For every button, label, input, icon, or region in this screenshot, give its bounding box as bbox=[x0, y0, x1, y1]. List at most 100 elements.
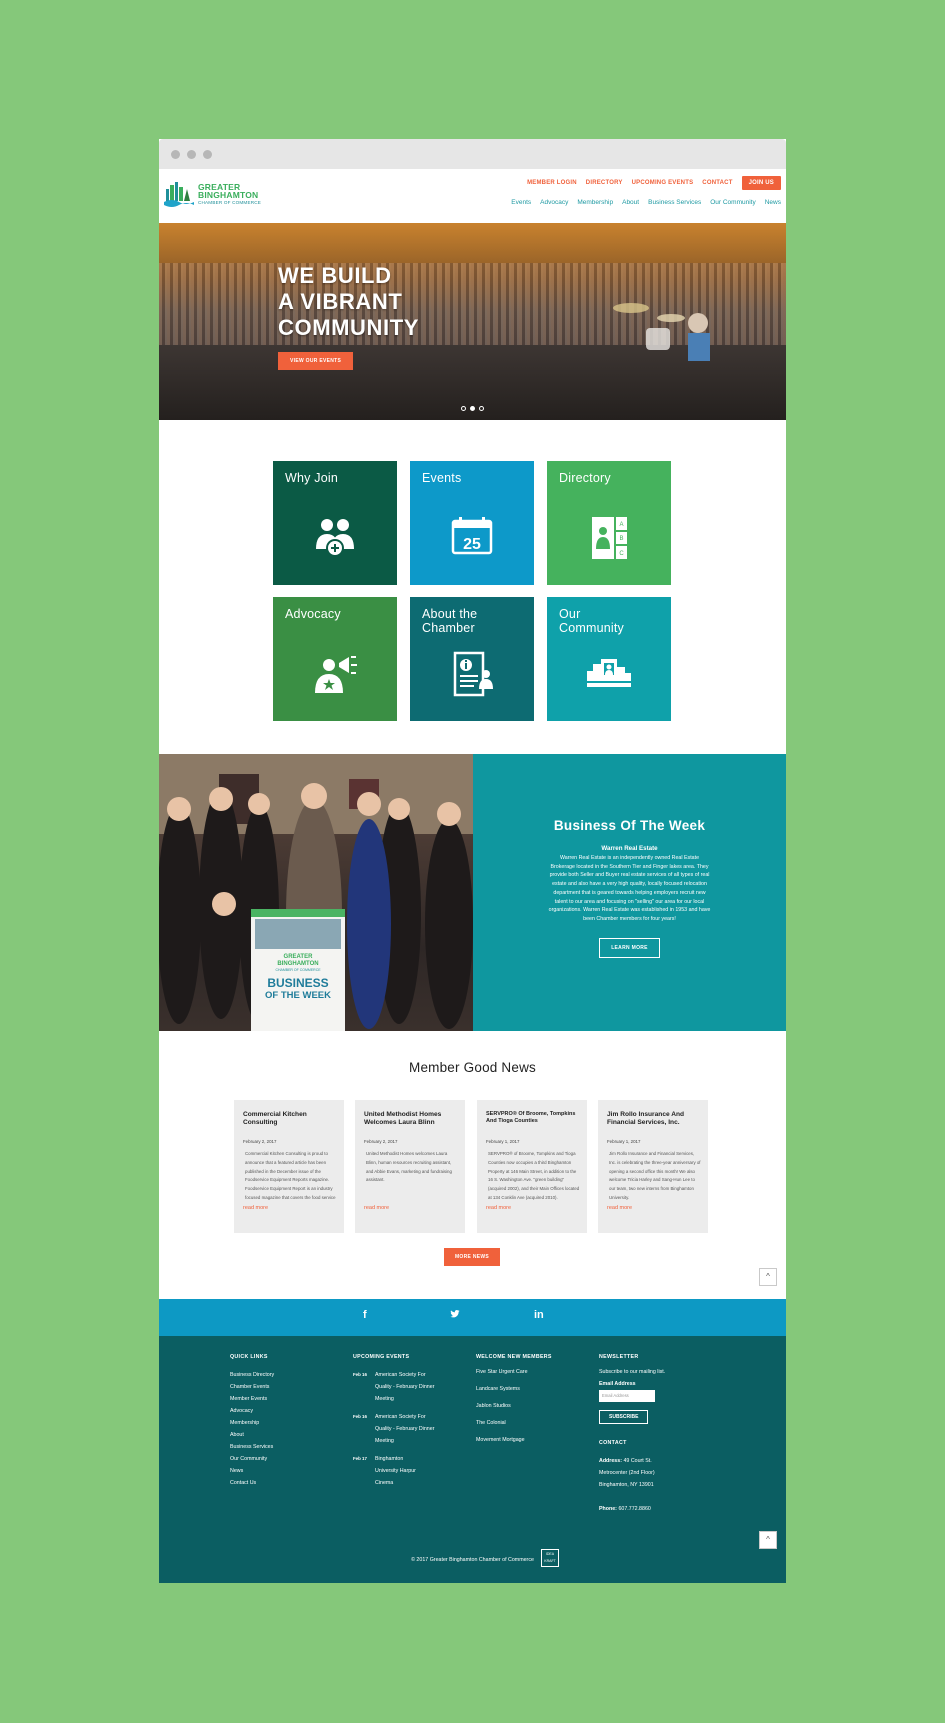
footer-link[interactable]: Contact Us bbox=[230, 1477, 274, 1489]
email-field[interactable]: Email Address bbox=[599, 1390, 655, 1402]
more-news-button[interactable]: MORE NEWS bbox=[444, 1248, 500, 1266]
directory-letter-b: B bbox=[619, 536, 623, 542]
hero-heading: WE BUILD A VIBRANT COMMUNITY bbox=[278, 263, 419, 341]
skyline-logo-icon bbox=[164, 182, 194, 207]
event-title[interactable]: American Society For Quality - February … bbox=[375, 1369, 435, 1405]
subscribe-button[interactable]: SUBSCRIBE bbox=[599, 1410, 649, 1424]
tile-why-join-label: Why Join bbox=[285, 471, 339, 485]
address-line2: Metrocenter (2nd Floor) bbox=[599, 1470, 655, 1476]
footer-link[interactable]: Member Events bbox=[230, 1393, 274, 1405]
drum-kit-image bbox=[613, 303, 710, 361]
social-bar: f in bbox=[159, 1299, 786, 1336]
news-card-title[interactable]: Commercial Kitchen Consulting bbox=[243, 1111, 339, 1128]
upcoming-events-title: UPCOMING EVENTS bbox=[353, 1354, 410, 1360]
directory-letter-c: C bbox=[619, 551, 624, 557]
footer-back-to-top-button[interactable]: ^ bbox=[759, 1531, 777, 1549]
nav-about[interactable]: About bbox=[622, 199, 639, 206]
event-item[interactable]: Feb 16 American Society For Quality - Fe… bbox=[353, 1411, 435, 1447]
footer-link[interactable]: Advocacy bbox=[230, 1405, 274, 1417]
tile-our-community[interactable]: Our Community bbox=[547, 597, 671, 721]
nav-business-services[interactable]: Business Services bbox=[648, 199, 701, 206]
nav-membership[interactable]: Membership bbox=[577, 199, 613, 206]
hero-line2: A VIBRANT bbox=[278, 289, 403, 314]
site-logo[interactable]: GREATER BINGHAMTON CHAMBER OF COMMERCE bbox=[164, 181, 261, 207]
tile-why-join[interactable]: Why Join bbox=[273, 461, 397, 585]
sign-line3: CHAMBER OF COMMERCE bbox=[275, 968, 321, 972]
carousel-dot-1[interactable] bbox=[461, 406, 466, 411]
nav-member-login[interactable]: MEMBER LOGIN bbox=[527, 180, 577, 186]
learn-more-button[interactable]: LEARN MORE bbox=[599, 937, 660, 958]
address-line3: Binghamton, NY 13901 bbox=[599, 1482, 654, 1488]
facebook-icon[interactable]: f bbox=[363, 1309, 367, 1321]
footer-link[interactable]: Chamber Events bbox=[230, 1381, 274, 1393]
new-member-link[interactable]: The Colonial bbox=[476, 1415, 552, 1432]
linkedin-icon[interactable]: in bbox=[534, 1309, 544, 1321]
hero-line1: WE BUILD bbox=[278, 263, 392, 288]
nav-directory[interactable]: DIRECTORY bbox=[586, 180, 623, 186]
read-more-link[interactable]: read more bbox=[243, 1205, 268, 1211]
new-member-link[interactable]: Five Star Urgent Care bbox=[476, 1364, 552, 1381]
people-plus-icon bbox=[316, 519, 354, 557]
news-card[interactable]: Commercial Kitchen Consulting February 2… bbox=[234, 1100, 344, 1233]
news-card-title[interactable]: United Methodist Homes Welcomes Laura Bl… bbox=[364, 1111, 460, 1128]
nav-news[interactable]: News bbox=[765, 199, 781, 206]
carousel-dot-2[interactable] bbox=[470, 406, 475, 411]
event-title[interactable]: Binghamton University Harpur Cinema bbox=[375, 1453, 419, 1489]
tile-directory[interactable]: Directory A B C bbox=[547, 461, 671, 585]
footer-link[interactable]: Business Services bbox=[230, 1441, 274, 1453]
news-card-date: February 2, 2017 bbox=[364, 1139, 398, 1144]
window-dot-maximize[interactable] bbox=[203, 150, 212, 159]
hero-line3: COMMUNITY bbox=[278, 315, 420, 340]
news-card-date: February 1, 2017 bbox=[486, 1139, 520, 1144]
news-card-title[interactable]: SERVPRO® Of Broome, Tompkins And Tioga C… bbox=[486, 1111, 582, 1125]
footer-link[interactable]: Our Community bbox=[230, 1453, 274, 1465]
read-more-link[interactable]: read more bbox=[486, 1205, 511, 1211]
tile-advocacy[interactable]: Advocacy bbox=[273, 597, 397, 721]
nav-events[interactable]: Events bbox=[511, 199, 531, 206]
tile-about-label-line2: Chamber bbox=[422, 621, 475, 635]
join-us-button[interactable]: JOIN US bbox=[741, 176, 781, 190]
news-card[interactable]: SERVPRO® Of Broome, Tompkins And Tioga C… bbox=[477, 1100, 587, 1233]
tile-events[interactable]: Events 25 bbox=[410, 461, 534, 585]
botw-title: Business Of The Week bbox=[553, 818, 706, 833]
hero-banner: WE BUILD A VIBRANT COMMUNITY VIEW OUR EV… bbox=[159, 223, 786, 420]
botw-business-name: Warren Real Estate bbox=[601, 845, 658, 852]
contact-title: CONTACT bbox=[599, 1440, 627, 1446]
tile-about-label-line1: About the bbox=[422, 607, 478, 621]
nav-advocacy[interactable]: Advocacy bbox=[540, 199, 568, 206]
window-dot-minimize[interactable] bbox=[187, 150, 196, 159]
event-title[interactable]: American Society For Quality - February … bbox=[375, 1411, 435, 1447]
nav-our-community[interactable]: Our Community bbox=[710, 199, 756, 206]
tile-about-chamber[interactable]: About the Chamber bbox=[410, 597, 534, 721]
nav-upcoming-events[interactable]: UPCOMING EVENTS bbox=[632, 180, 694, 186]
window-dot-close[interactable] bbox=[171, 150, 180, 159]
event-item[interactable]: Feb 17 Binghamton University Harpur Cine… bbox=[353, 1453, 435, 1489]
footer-link[interactable]: Business Directory bbox=[230, 1369, 274, 1381]
news-card-title[interactable]: Jim Rollo Insurance And Financial Servic… bbox=[607, 1111, 703, 1128]
event-date: Feb 16 bbox=[353, 1414, 367, 1419]
ideakraft-line1: IDEA bbox=[545, 1552, 555, 1556]
footer-link[interactable]: News bbox=[230, 1465, 274, 1477]
logo-line2: BINGHAMTON bbox=[198, 190, 259, 201]
business-of-the-week: GREATER BINGHAMTON CHAMBER OF COMMERCE B… bbox=[159, 754, 786, 1031]
news-card[interactable]: United Methodist Homes Welcomes Laura Bl… bbox=[355, 1100, 465, 1233]
site-footer: QUICK LINKS Business Directory Chamber E… bbox=[159, 1336, 786, 1583]
new-member-link[interactable]: Movement Mortgage bbox=[476, 1432, 552, 1449]
nav-contact[interactable]: CONTACT bbox=[702, 180, 732, 186]
new-member-link[interactable]: Landcare Systems bbox=[476, 1381, 552, 1398]
event-item[interactable]: Feb 16 American Society For Quality - Fe… bbox=[353, 1369, 435, 1405]
twitter-icon[interactable] bbox=[450, 1309, 460, 1322]
phone-number[interactable]: 607.772.8860 bbox=[618, 1506, 650, 1512]
back-to-top-button[interactable]: ^ bbox=[759, 1268, 777, 1286]
read-more-link[interactable]: read more bbox=[364, 1205, 389, 1211]
group-photo: GREATER BINGHAMTON CHAMBER OF COMMERCE B… bbox=[159, 754, 473, 1031]
read-more-link[interactable]: read more bbox=[607, 1205, 632, 1211]
logo-line3: CHAMBER OF COMMERCE bbox=[198, 199, 262, 205]
footer-link[interactable]: About bbox=[230, 1429, 274, 1441]
news-card[interactable]: Jim Rollo Insurance And Financial Servic… bbox=[598, 1100, 708, 1233]
new-member-link[interactable]: Jablon Studios bbox=[476, 1398, 552, 1415]
view-events-button[interactable]: VIEW OUR EVENTS bbox=[278, 352, 354, 370]
carousel-dot-3[interactable] bbox=[479, 406, 484, 411]
footer-link[interactable]: Membership bbox=[230, 1417, 274, 1429]
ideakraft-logo[interactable]: IDEA KRAFT bbox=[541, 1549, 559, 1567]
